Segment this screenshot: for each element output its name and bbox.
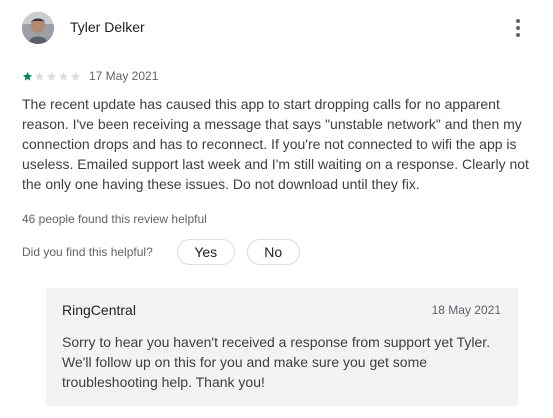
review-author-name: Tyler Delker — [70, 19, 145, 35]
star-icon — [34, 71, 45, 81]
developer-reply: RingCentral 18 May 2021 Sorry to hear yo… — [46, 288, 518, 406]
review-text: The recent update has caused this app to… — [22, 96, 529, 192]
developer-name: RingCentral — [62, 302, 136, 318]
helpful-yes-button[interactable]: Yes — [176, 239, 235, 265]
rating-row: 17 May 2021 — [22, 68, 158, 84]
helpful-count: 46 people found this review helpful — [22, 212, 207, 226]
helpful-row: Did you find this helpful? Yes No — [22, 239, 312, 265]
review-date: 17 May 2021 — [89, 69, 159, 83]
developer-reply-text: Sorry to hear you haven't received a res… — [62, 334, 491, 390]
more-vert-icon[interactable] — [506, 14, 530, 42]
star-icon — [22, 71, 33, 81]
helpful-question: Did you find this helpful? — [22, 245, 153, 259]
star-icon — [70, 71, 81, 81]
helpful-no-button[interactable]: No — [246, 239, 300, 265]
star-rating — [22, 71, 81, 82]
developer-reply-date: 18 May 2021 — [431, 303, 501, 317]
star-icon — [46, 71, 57, 81]
star-icon — [58, 71, 69, 81]
author-avatar — [22, 12, 54, 44]
